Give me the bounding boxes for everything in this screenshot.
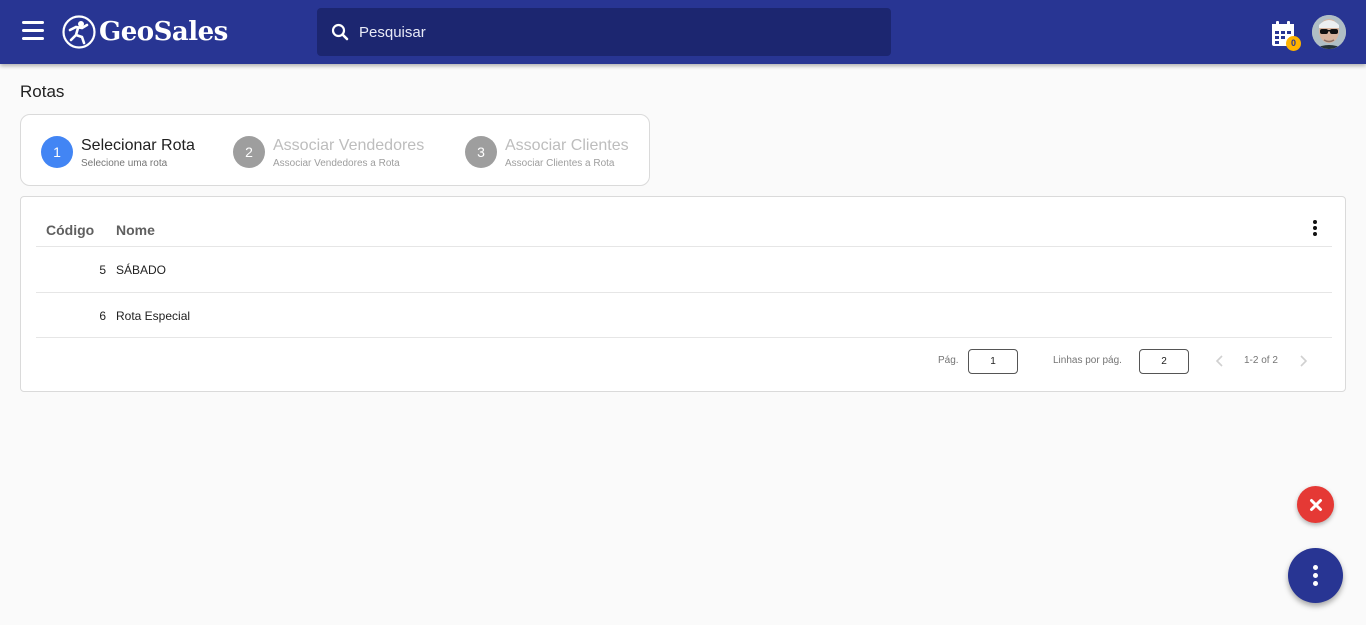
more-vert-icon [1313,565,1318,570]
column-header-name[interactable]: Nome [116,222,155,238]
step-associar-clientes[interactable]: 3 Associar Clientes Associar Clientes a … [465,136,629,170]
page-title: Rotas [20,82,65,101]
step-subtitle: Selecione uma rota [81,158,168,169]
step-subtitle: Associar Clientes a Rota [505,158,615,169]
more-actions-button[interactable] [1288,548,1343,603]
step-associar-vendedores[interactable]: 2 Associar Vendedores Associar Vendedore… [233,136,424,170]
cell-code: 6 [99,309,106,323]
chevron-left-icon[interactable] [1213,354,1227,368]
step-number: 1 [41,136,73,168]
close-icon [1309,498,1322,511]
page-range: 1-2 of 2 [1244,355,1278,366]
stepper: 1 Selecionar Rota Selecione uma rota 2 A… [20,114,650,186]
step-title: Selecionar Rota [81,137,195,154]
table-row[interactable]: 5 SÁBADO [36,247,1332,292]
step-number: 3 [465,136,497,168]
page-label: Pág. [938,355,959,366]
step-title: Associar Clientes [505,137,629,154]
cell-name: Rota Especial [116,309,191,323]
top-app-bar: GeoSales 0 [0,0,1366,64]
search-icon [331,23,349,41]
step-title: Associar Vendedores [273,137,425,154]
column-header-code[interactable]: Código [46,222,94,238]
rows-per-page-input[interactable]: 2 [1139,349,1189,374]
avatar-image [1312,15,1346,49]
cell-code: 5 [99,263,106,277]
chevron-right-icon[interactable] [1296,354,1310,368]
cell-name: SÁBADO [116,263,167,277]
page-number-input[interactable]: 1 [968,349,1018,374]
step-number: 2 [233,136,265,168]
close-button[interactable] [1297,486,1334,523]
table-options-icon[interactable] [1305,219,1325,239]
search-input[interactable] [359,23,859,41]
logo-icon [62,15,96,49]
rows-per-page-label: Linhas por pág. [1053,355,1122,366]
app-logo[interactable]: GeoSales [62,14,228,50]
table-row[interactable]: 6 Rota Especial [36,293,1332,338]
routes-table-card: Código Nome 5 SÁBADO 6 Rota Especial Pág… [20,196,1346,392]
step-subtitle: Associar Vendedores a Rota [273,158,400,169]
menu-icon[interactable] [22,21,46,43]
app-name: GeoSales [99,17,228,47]
notification-badge: 0 [1286,36,1301,51]
search-bar[interactable] [317,8,891,56]
step-selecionar-rota[interactable]: 1 Selecionar Rota Selecione uma rota [41,136,195,170]
avatar[interactable] [1312,15,1346,49]
divider [36,337,1332,338]
